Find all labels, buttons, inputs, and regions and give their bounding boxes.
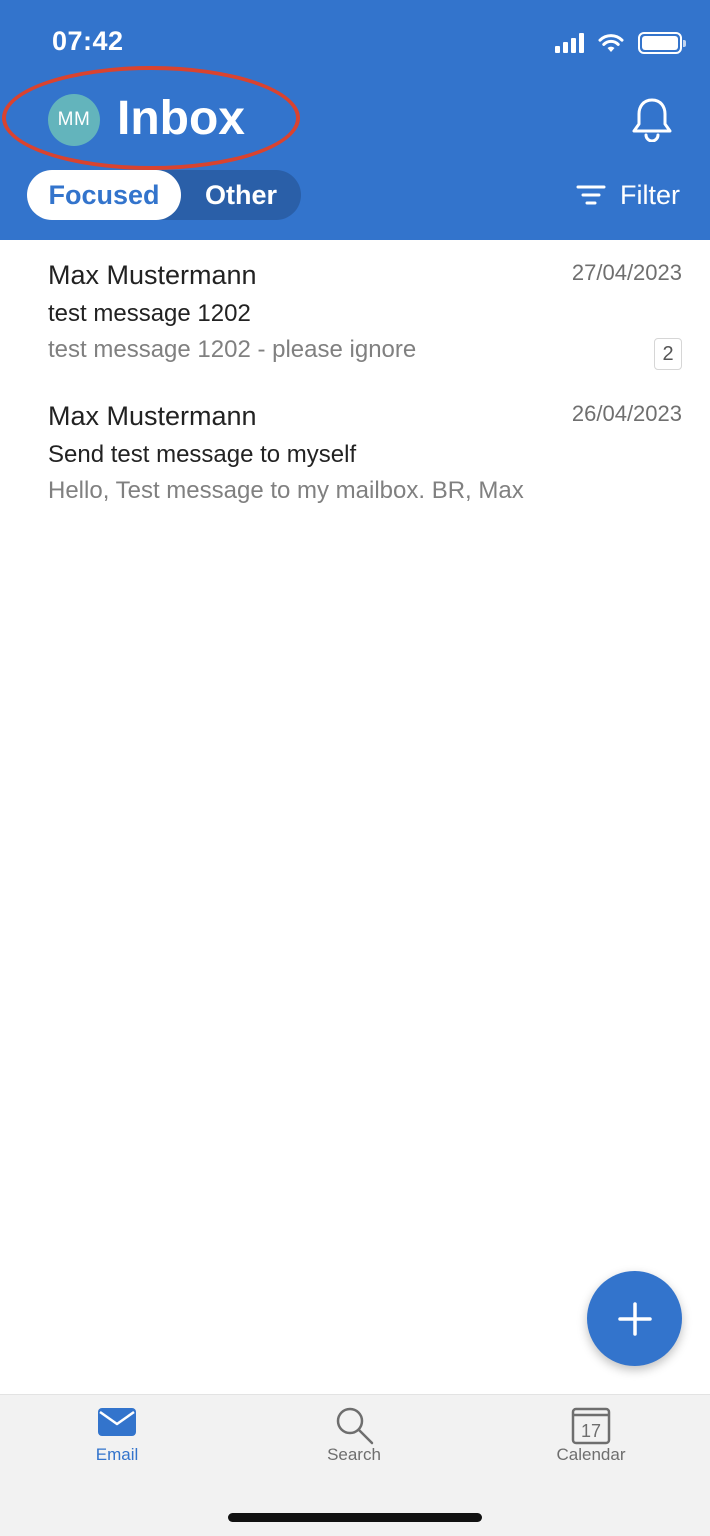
thread-count-badge: 2: [654, 338, 682, 370]
calendar-icon: 17: [571, 1407, 611, 1445]
tab-email-label: Email: [95, 1445, 139, 1464]
tab-search[interactable]: Search: [274, 1405, 434, 1465]
message-list-item[interactable]: Max Mustermann 27/04/2023 test message 1…: [48, 258, 682, 370]
cellular-signal-icon: [555, 33, 584, 53]
app-header: 07:42 MM Inbox Focused Other Filter: [0, 0, 710, 240]
message-preview: Hello, Test message to my mailbox. BR, M…: [48, 477, 524, 504]
message-subject: test message 1202: [48, 300, 251, 327]
avatar[interactable]: MM: [48, 94, 100, 146]
message-subject: Send test message to myself: [48, 441, 357, 468]
tab-calendar[interactable]: 17 Calendar: [511, 1405, 671, 1465]
status-icons: [555, 30, 686, 56]
message-date: 26/04/2023: [571, 401, 682, 426]
message-list-item[interactable]: Max Mustermann 26/04/2023 Send test mess…: [48, 399, 682, 506]
tab-other[interactable]: Other: [181, 180, 301, 211]
filter-button[interactable]: Filter: [576, 178, 680, 212]
home-indicator: [228, 1513, 482, 1522]
wifi-icon: [598, 34, 624, 52]
filter-icon: [576, 185, 606, 205]
message-date: 27/04/2023: [571, 260, 682, 285]
tab-focused[interactable]: Focused: [27, 170, 181, 220]
tab-calendar-label: Calendar: [556, 1445, 626, 1464]
bell-icon[interactable]: [630, 96, 674, 142]
compose-button[interactable]: [587, 1271, 682, 1366]
search-icon: [336, 1407, 374, 1445]
page-title: Inbox: [117, 92, 245, 145]
tab-email[interactable]: Email: [37, 1405, 197, 1465]
status-time: 07:42: [52, 26, 124, 56]
mail-icon: [98, 1408, 136, 1436]
tab-search-label: Search: [327, 1445, 381, 1464]
inbox-segmented-control: Focused Other: [27, 170, 301, 220]
plus-icon: [617, 1301, 652, 1336]
calendar-icon-date: 17: [581, 1421, 601, 1441]
message-preview: test message 1202 - please ignore: [48, 336, 417, 363]
filter-label: Filter: [620, 179, 680, 210]
battery-icon: [638, 32, 686, 54]
